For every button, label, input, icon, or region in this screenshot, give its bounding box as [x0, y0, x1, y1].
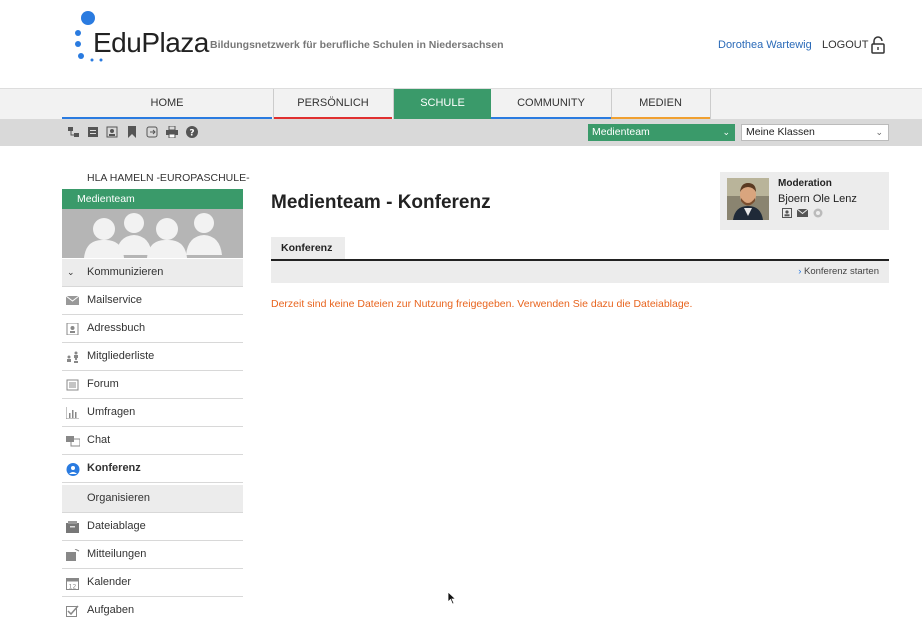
note-icon[interactable] [87, 126, 99, 138]
nav-home[interactable]: HOME [62, 89, 272, 120]
nav-community-label: COMMUNITY [517, 97, 585, 109]
conference-icon [66, 463, 80, 476]
sidebar-item-aufgaben[interactable]: Aufgaben [62, 597, 243, 625]
svg-text:12: 12 [69, 584, 77, 591]
chevron-down-icon: ⌄ [875, 127, 883, 137]
nav-schule[interactable]: SCHULE [394, 89, 491, 120]
klassen-select-value: Meine Klassen [746, 126, 815, 138]
sidebar-item-label: Forum [87, 378, 119, 390]
sidebar-item-chat[interactable]: Chat [62, 427, 243, 455]
moderator-name[interactable]: Bjoern Ole Lenz [778, 193, 857, 205]
chevron-down-icon: ⌄ [722, 127, 730, 137]
sidebar-item-label: Konferenz [87, 462, 141, 474]
klassen-select[interactable]: Meine Klassen ⌄ [741, 124, 889, 141]
info-message: Derzeit sind keine Dateien zur Nutzung f… [271, 298, 693, 310]
profile-icon[interactable] [782, 208, 792, 218]
members-icon [67, 351, 78, 363]
start-conference-link[interactable]: › Konferenz starten [798, 266, 879, 277]
start-conference-label: Konferenz starten [804, 266, 879, 277]
nav-medien-label: MEDIEN [639, 97, 682, 109]
users-icon[interactable] [106, 126, 118, 138]
sidebar-item-kalender[interactable]: 12 Kalender [62, 569, 243, 597]
mail-icon[interactable] [797, 209, 808, 217]
team-silhouettes-icon [84, 213, 222, 258]
school-name: HLA HAMELN -EUROPASCHULE- [87, 172, 250, 184]
print-icon[interactable] [166, 126, 178, 138]
sidebar-item-umfragen[interactable]: Umfragen [62, 399, 243, 427]
sidebar-item-mailservice[interactable]: Mailservice [62, 287, 243, 315]
file-storage-icon [66, 521, 79, 533]
sidebar-section-label: Kommunizieren [87, 266, 164, 278]
help-icon[interactable]: ? [186, 126, 198, 138]
mouse-cursor-icon [447, 591, 457, 605]
moderator-avatar[interactable] [727, 178, 769, 220]
team-select[interactable]: Medienteam ⌄ [588, 124, 735, 141]
team-image [62, 209, 243, 258]
action-bar: › Konferenz starten [271, 261, 889, 283]
sidebar-item-label: Chat [87, 434, 111, 446]
bookmark-icon[interactable] [126, 126, 138, 138]
nav-home-label: HOME [150, 97, 184, 109]
page-title: Medienteam - Konferenz [271, 192, 491, 213]
nav-medien[interactable]: MEDIEN [611, 89, 710, 120]
export-icon[interactable] [146, 126, 158, 138]
sidebar-item-dateiablage[interactable]: Dateiablage [62, 513, 243, 541]
sidebar-item-label: Mitgliederliste [87, 350, 155, 362]
sidebar-item-label: Mitteilungen [87, 548, 147, 560]
moderation-title: Moderation [778, 178, 832, 189]
svg-text:?: ? [189, 129, 194, 139]
sidebar-item-adressbuch[interactable]: Adressbuch [62, 315, 243, 343]
main-nav: HOME PERSÖNLICH SCHULE COMMUNITY MEDIEN [0, 88, 922, 120]
sidebar-item-mitgliederliste[interactable]: Mitgliederliste [62, 343, 243, 371]
tagline: Bildungsnetzwerk für berufliche Schulen … [210, 39, 504, 51]
nav-community[interactable]: COMMUNITY [491, 89, 611, 120]
calendar-icon: 12 [66, 578, 79, 591]
sitemap-icon[interactable] [68, 126, 80, 138]
addressbook-icon [66, 323, 79, 335]
sidebar-item-forum[interactable]: Forum [62, 371, 243, 399]
sidebar-item-label: Umfragen [87, 406, 136, 418]
nav-persoenlich[interactable]: PERSÖNLICH [274, 89, 392, 120]
sidebar-item-label: Adressbuch [87, 322, 146, 334]
tab-konferenz[interactable]: Konferenz [271, 237, 345, 259]
nav-schule-label: SCHULE [420, 97, 465, 109]
poll-icon [66, 407, 79, 419]
sidebar-section-label: Organisieren [87, 492, 150, 504]
sidebar-item-mitteilungen[interactable]: Mitteilungen [62, 541, 243, 569]
nav-persoenlich-label: PERSÖNLICH [297, 97, 369, 109]
checkbox-icon [66, 605, 79, 617]
sidebar-item-label: Mailservice [87, 294, 143, 306]
mail-icon [66, 295, 79, 305]
chevron-down-icon: ⌄ [67, 267, 75, 277]
team-label[interactable]: Medienteam [62, 189, 243, 209]
forum-icon [66, 379, 79, 391]
sidebar-section-kommunizieren[interactable]: ⌄ Kommunizieren [62, 259, 243, 287]
sidebar-item-label: Dateiablage [87, 520, 146, 532]
sidebar-item-label: Aufgaben [87, 604, 135, 616]
logout-link[interactable]: LOGOUT [822, 39, 868, 51]
sidebar-item-konferenz[interactable]: Konferenz [62, 455, 243, 483]
status-icon [813, 208, 823, 218]
user-link[interactable]: Dorothea Wartewig [718, 39, 812, 51]
chevron-right-icon: › [798, 266, 802, 277]
team-select-value: Medienteam [592, 126, 650, 138]
sidebar-item-label: Kalender [87, 576, 132, 588]
lock-icon[interactable] [870, 36, 886, 54]
sidebar-section-organisieren[interactable]: Organisieren [62, 485, 243, 513]
notice-icon [66, 549, 80, 561]
logo[interactable]: EduPlaza [93, 27, 209, 59]
chat-icon [66, 436, 80, 447]
